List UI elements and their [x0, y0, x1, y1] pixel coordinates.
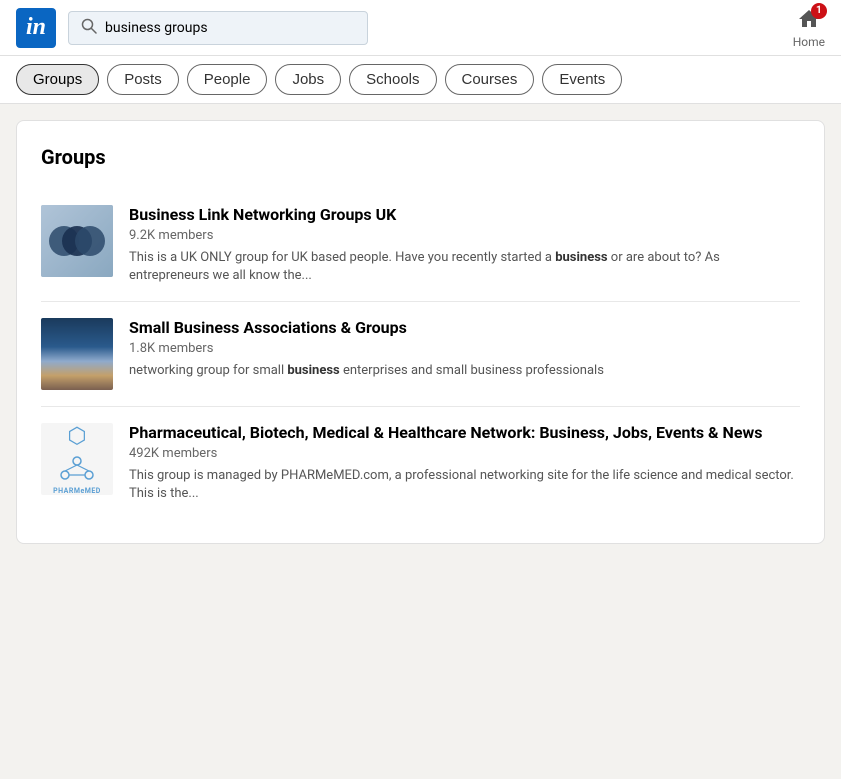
pharme-molecule-icon: ⬡: [67, 424, 86, 449]
linkedin-logo-text: in: [26, 14, 46, 41]
pharme-logo-text: PHARMeMED: [53, 487, 101, 495]
tab-people[interactable]: People: [187, 64, 268, 95]
tab-groups[interactable]: Groups: [16, 64, 99, 95]
groups-section-title: Groups: [41, 145, 800, 169]
list-item[interactable]: ⬡ PHARMeMED Pharmaceutical, Biotech, Med…: [41, 407, 800, 519]
thumb-pharme: ⬡ PHARMeMED: [41, 423, 113, 495]
pharme-molecule-svg: [55, 453, 99, 483]
search-text: business groups: [105, 20, 355, 36]
list-item[interactable]: Small Business Associations & Groups 1.8…: [41, 302, 800, 407]
group-thumbnail-2: [41, 318, 113, 390]
thumb-circles: [41, 205, 113, 277]
tab-courses[interactable]: Courses: [445, 64, 535, 95]
group-info-1: Business Link Networking Groups UK 9.2K …: [129, 205, 800, 285]
group-info-3: Pharmaceutical, Biotech, Medical & Healt…: [129, 423, 800, 503]
search-bar[interactable]: business groups: [68, 11, 368, 45]
tab-events[interactable]: Events: [542, 64, 622, 95]
home-nav[interactable]: 1 Home: [793, 7, 825, 49]
list-item[interactable]: Business Link Networking Groups UK 9.2K …: [41, 189, 800, 302]
group-members-1: 9.2K members: [129, 228, 800, 243]
tab-jobs[interactable]: Jobs: [275, 64, 341, 95]
group-thumbnail-1: [41, 205, 113, 277]
group-members-3: 492K members: [129, 446, 800, 461]
search-icon: [81, 18, 97, 38]
group-thumbnail-3: ⬡ PHARMeMED: [41, 423, 113, 495]
content-area: Groups Business Link Networking Groups U…: [0, 104, 841, 560]
linkedin-logo[interactable]: in: [16, 8, 56, 48]
home-label: Home: [793, 35, 825, 49]
home-icon-wrap: 1: [797, 7, 821, 31]
notification-badge: 1: [811, 3, 827, 19]
tab-posts[interactable]: Posts: [107, 64, 179, 95]
group-info-2: Small Business Associations & Groups 1.8…: [129, 318, 800, 390]
filter-bar: Groups Posts People Jobs Schools Courses…: [0, 56, 841, 104]
group-desc-3: This group is managed by PHARMeMED.com, …: [129, 467, 800, 503]
group-desc-1: This is a UK ONLY group for UK based peo…: [129, 249, 800, 285]
tab-schools[interactable]: Schools: [349, 64, 436, 95]
group-desc-2: networking group for small business ente…: [129, 362, 800, 380]
group-name-3: Pharmaceutical, Biotech, Medical & Healt…: [129, 423, 800, 444]
header: in business groups 1 Home: [0, 0, 841, 56]
thumb-circle-center: [62, 226, 92, 256]
group-members-2: 1.8K members: [129, 341, 800, 356]
group-name-1: Business Link Networking Groups UK: [129, 205, 800, 226]
groups-card: Groups Business Link Networking Groups U…: [16, 120, 825, 544]
group-name-2: Small Business Associations & Groups: [129, 318, 800, 339]
thumb-landscape: [41, 318, 113, 390]
